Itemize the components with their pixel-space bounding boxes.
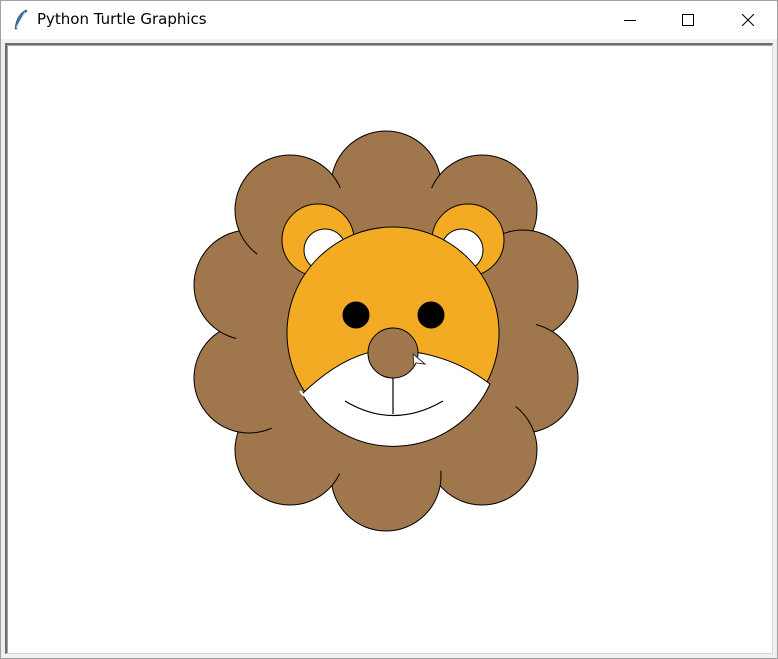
left-eye — [342, 301, 370, 329]
right-eye — [417, 301, 445, 329]
lion-drawing — [193, 130, 579, 532]
lion-nose — [367, 327, 419, 379]
